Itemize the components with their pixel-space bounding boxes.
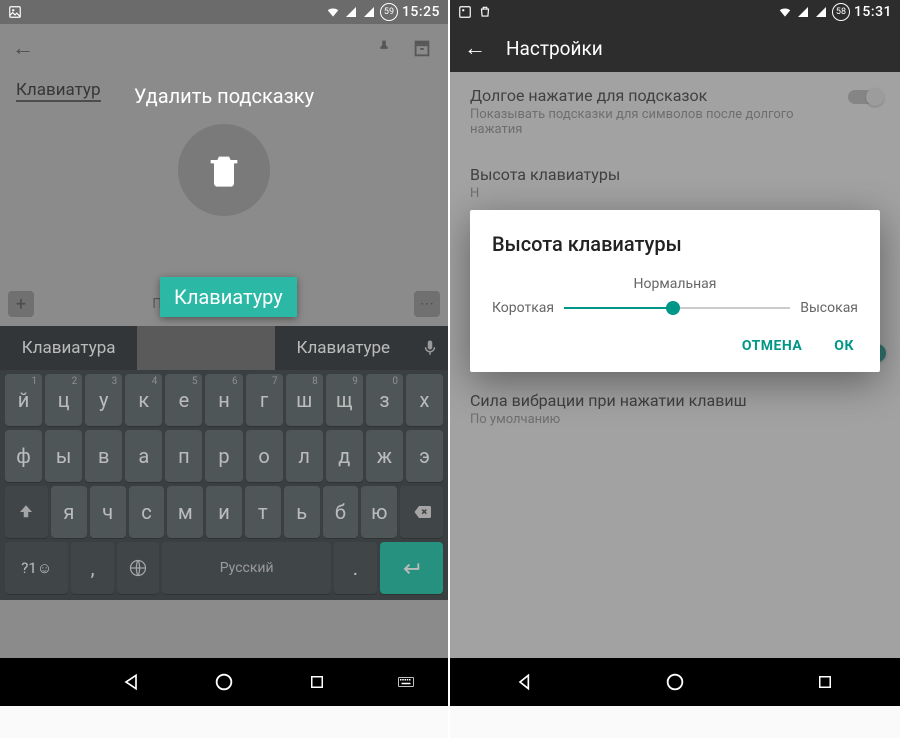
shop-icon [478,5,492,19]
nav-home-icon[interactable] [210,668,238,696]
nav-home-icon[interactable] [661,668,689,696]
nav-recent-icon[interactable] [811,668,839,696]
app-content: ← Клавиатур Удалить подсказку + После 25… [0,24,448,658]
settings-list: Долгое нажатие для подсказок Показывать … [450,72,900,658]
status-bar: 58 15:31 [450,0,900,24]
dragged-suggestion-chip[interactable]: Клавиатуру [160,277,297,317]
slider-value-label: Нормальная [492,276,858,292]
gallery-icon [458,5,472,19]
clock: 15:31 [854,4,892,20]
nav-back-icon[interactable] [511,668,539,696]
trash-icon [204,150,244,190]
clock: 15:25 [402,4,440,20]
slider-max-label: Высокая [800,300,858,316]
height-slider[interactable] [564,307,790,309]
phone-left: 59 15:25 ← Клавиатур Удалить подсказку +… [0,0,450,738]
delete-hint-label: Удалить подсказку [134,84,314,108]
battery-indicator: 58 [832,3,850,21]
signal-icon [796,5,810,19]
nav-keyboard-icon[interactable] [396,668,416,696]
nav-recent-icon[interactable] [303,668,331,696]
signal-icon-2 [814,5,828,19]
slider-thumb[interactable] [666,301,680,315]
trash-drop-target[interactable] [178,124,270,216]
status-bar: 59 15:25 [0,0,448,24]
dialog-title: Высота клавиатуры [492,232,858,256]
wifi-icon [778,5,792,19]
keyboard-height-dialog: Высота клавиатуры Нормальная Короткая Вы… [470,210,880,372]
phone-right: 58 15:31 ← Настройки Долгое нажатие для … [450,0,900,738]
battery-indicator: 59 [380,3,398,21]
back-arrow-icon[interactable]: ← [464,35,486,61]
signal-icon-2 [362,5,376,19]
settings-header: ← Настройки [450,24,900,72]
delete-hint-overlay: Удалить подсказку [0,24,448,658]
cancel-button[interactable]: ОТМЕНА [738,330,806,362]
nav-back-icon[interactable] [117,668,145,696]
nav-bar [450,658,900,706]
settings-title: Настройки [506,37,603,60]
slider-min-label: Короткая [492,300,554,316]
ok-button[interactable]: ОК [830,330,858,362]
signal-icon [344,5,358,19]
nav-bar [0,658,448,706]
wifi-icon [326,5,340,19]
gallery-icon [8,5,22,19]
